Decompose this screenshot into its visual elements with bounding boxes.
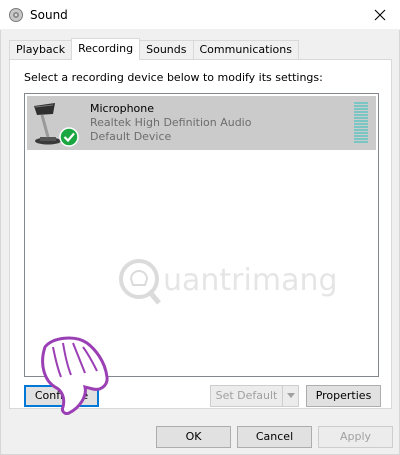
set-default-dropdown[interactable] xyxy=(282,385,299,407)
tab-sounds[interactable]: Sounds xyxy=(139,40,194,60)
ok-label: OK xyxy=(185,430,202,443)
ok-button[interactable]: OK xyxy=(156,426,231,448)
properties-label: Properties xyxy=(315,389,372,402)
microphone-icon xyxy=(34,103,79,147)
device-driver: Realtek High Definition Audio xyxy=(90,116,252,129)
instruction-text: Select a recording device below to modif… xyxy=(24,71,323,84)
watermark-text: uantrimang xyxy=(163,263,338,298)
close-button[interactable] xyxy=(360,0,400,30)
chevron-down-icon xyxy=(286,393,295,398)
set-default-button[interactable]: Set Default xyxy=(210,385,283,407)
device-item-microphone[interactable]: Microphone Realtek High Definition Audio… xyxy=(27,96,376,150)
dialog-body: Playback Recording Sounds Communications… xyxy=(0,30,400,455)
speaker-icon xyxy=(9,8,23,22)
set-default-split-button: Set Default xyxy=(210,385,300,407)
tab-communications[interactable]: Communications xyxy=(192,40,299,60)
tab-strip: Playback Recording Sounds Communications xyxy=(9,38,299,60)
properties-button[interactable]: Properties xyxy=(306,385,381,407)
apply-label: Apply xyxy=(339,430,372,443)
apply-button[interactable]: Apply xyxy=(318,426,393,448)
tab-playback[interactable]: Playback xyxy=(9,40,73,60)
pointing-hand-icon xyxy=(41,336,109,415)
watermark-logo: uantrimang xyxy=(117,257,347,311)
title-bar: Sound xyxy=(0,0,400,30)
device-status: Default Device xyxy=(90,130,172,143)
cancel-button[interactable]: Cancel xyxy=(237,426,312,448)
default-device-check-icon xyxy=(59,127,79,147)
cancel-label: Cancel xyxy=(255,430,294,443)
lightbulb-icon xyxy=(119,259,161,305)
device-name: Microphone xyxy=(90,102,155,115)
set-default-label: Set Default xyxy=(215,389,278,402)
window-title: Sound xyxy=(30,8,68,22)
close-icon xyxy=(374,9,386,21)
level-meter xyxy=(354,102,368,144)
tab-recording[interactable]: Recording xyxy=(71,38,141,60)
